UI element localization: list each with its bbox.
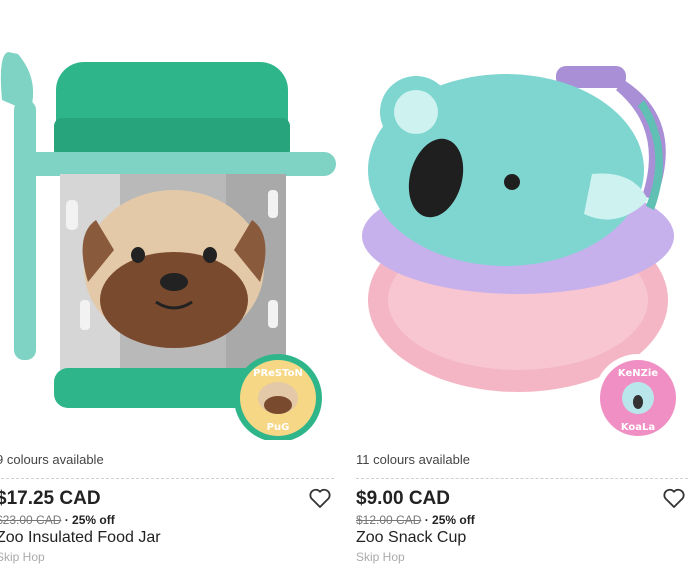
discount-label: 25% off <box>432 513 475 527</box>
price-discount: $12.00 CAD · 25% off <box>356 513 475 527</box>
product-image[interactable]: KeNZie KoaLa <box>356 0 700 440</box>
product-card[interactable]: PReSToN PuG 9 colours available $17.25 C… <box>0 0 346 564</box>
product-price: $17.25 CAD <box>0 488 101 509</box>
original-price: $12.00 CAD <box>356 513 422 527</box>
product-name[interactable]: Zoo Insulated Food Jar <box>0 529 161 547</box>
colours-available: 9 colours available <box>0 452 104 467</box>
product-brand: Skip Hop <box>356 550 405 564</box>
heart-icon[interactable] <box>662 487 686 509</box>
heart-icon[interactable] <box>308 487 332 509</box>
product-name[interactable]: Zoo Snack Cup <box>356 529 466 547</box>
original-price: $23.00 CAD <box>0 513 62 527</box>
product-brand: Skip Hop <box>0 550 45 564</box>
product-price: $9.00 CAD <box>356 488 450 509</box>
price-discount: $23.00 CAD · 25% off <box>0 513 115 527</box>
colours-available: 11 colours available <box>356 452 470 467</box>
badge-text-bottom: KoaLa <box>621 422 655 433</box>
product-card[interactable]: KeNZie KoaLa 11 colours available $9.00 … <box>356 0 700 564</box>
badge-text-bottom: PuG <box>267 422 290 433</box>
divider <box>356 478 688 479</box>
product-image[interactable]: PReSToN PuG <box>0 0 346 440</box>
discount-label: 25% off <box>72 513 115 527</box>
badge-text-top: PReSToN <box>253 368 303 379</box>
divider <box>0 478 334 479</box>
badge-text-top: KeNZie <box>618 368 658 379</box>
